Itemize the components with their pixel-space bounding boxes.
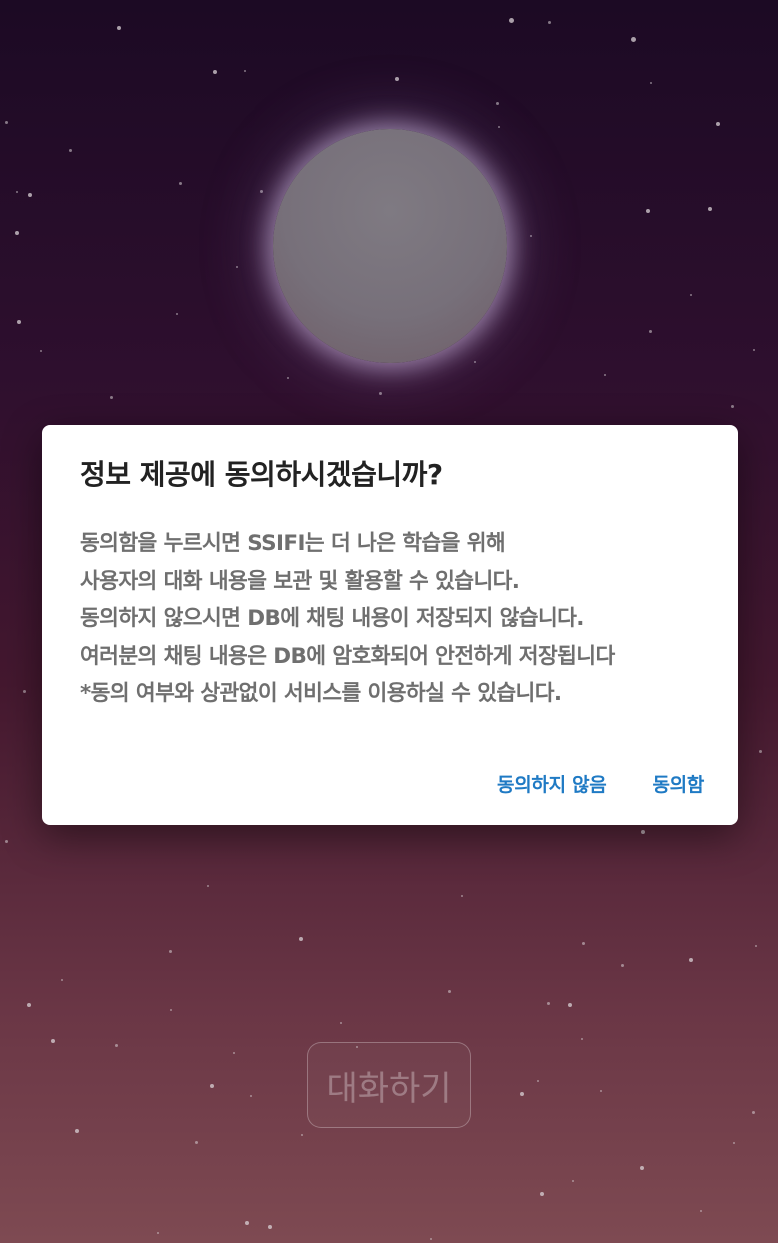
- dialog-body-line: 동의하지 않으시면 DB에 채팅 내용이 저장되지 않습니다.: [80, 606, 584, 631]
- star-dot: [260, 190, 263, 193]
- star-dot: [233, 1052, 235, 1054]
- star-dot: [708, 207, 712, 211]
- star-dot: [752, 1111, 755, 1114]
- star-dot: [268, 1225, 272, 1229]
- star-dot: [733, 1142, 735, 1144]
- star-dot: [210, 1084, 214, 1088]
- star-dot: [689, 958, 693, 962]
- star-dot: [540, 1192, 544, 1196]
- dialog-body-line: 사용자의 대화 내용을 보관 및 활용할 수 있습니다.: [80, 568, 520, 594]
- dialog-body-line: 동의함을 누르시면 SSIFI는 더 나은 학습을 위해: [80, 531, 506, 556]
- star-dot: [301, 1134, 303, 1136]
- moon-image: [273, 129, 507, 363]
- star-dot: [207, 885, 209, 887]
- star-dot: [547, 1002, 550, 1005]
- star-dot: [15, 231, 19, 235]
- star-dot: [340, 1022, 342, 1024]
- star-dot: [213, 70, 217, 74]
- star-dot: [572, 1180, 574, 1182]
- star-dot: [753, 349, 755, 351]
- star-dot: [287, 377, 289, 379]
- star-dot: [759, 750, 762, 753]
- star-dot: [299, 937, 303, 941]
- star-dot: [731, 405, 734, 408]
- star-dot: [649, 330, 652, 333]
- star-dot: [40, 350, 42, 352]
- star-dot: [600, 1090, 602, 1092]
- star-dot: [51, 1039, 55, 1043]
- star-dot: [509, 18, 514, 23]
- star-dot: [28, 193, 32, 197]
- star-dot: [379, 392, 382, 395]
- star-dot: [548, 21, 551, 24]
- star-dot: [755, 945, 757, 947]
- dialog-title: 정보 제공에 동의하시겠습니까?: [80, 458, 443, 491]
- star-dot: [498, 126, 500, 128]
- star-dot: [430, 1238, 432, 1240]
- star-dot: [179, 182, 182, 185]
- star-dot: [530, 235, 532, 237]
- star-dot: [395, 77, 399, 81]
- star-dot: [250, 1095, 252, 1097]
- star-dot: [157, 1232, 159, 1234]
- star-dot: [61, 979, 63, 981]
- star-dot: [27, 1003, 31, 1007]
- star-dot: [474, 361, 476, 363]
- star-dot: [581, 1038, 583, 1040]
- star-dot: [244, 70, 246, 72]
- star-dot: [496, 102, 499, 105]
- star-dot: [621, 964, 624, 967]
- star-dot: [520, 1092, 524, 1096]
- star-dot: [582, 942, 585, 945]
- star-dot: [568, 1003, 572, 1007]
- star-dot: [604, 374, 606, 376]
- star-dot: [631, 37, 636, 42]
- star-dot: [448, 990, 451, 993]
- accept-button[interactable]: 동의함: [652, 770, 704, 797]
- start-chat-button[interactable]: 대화하기: [307, 1042, 471, 1128]
- star-dot: [170, 1009, 172, 1011]
- star-dot: [23, 690, 26, 693]
- star-dot: [5, 121, 8, 124]
- dialog-body: 동의함을 누르시면 SSIFI는 더 나은 학습을 위해 사용자의 대화 내용을…: [80, 525, 700, 713]
- dialog-body-line: 여러분의 채팅 내용은 DB에 암호화되어 안전하게 저장됩니다: [80, 643, 615, 669]
- star-dot: [17, 320, 21, 324]
- star-dot: [115, 1044, 118, 1047]
- star-dot: [236, 266, 238, 268]
- consent-dialog: 정보 제공에 동의하시겠습니까? 동의함을 누르시면 SSIFI는 더 나은 학…: [42, 425, 738, 825]
- dialog-body-line: *동의 여부와 상관없이 서비스를 이용하실 수 있습니다.: [80, 681, 562, 706]
- star-dot: [640, 1166, 644, 1170]
- dialog-actions: 동의하지 않음 동의함: [497, 770, 704, 797]
- star-dot: [117, 26, 121, 30]
- star-dot: [690, 294, 692, 296]
- star-dot: [716, 122, 720, 126]
- star-dot: [5, 840, 8, 843]
- star-dot: [169, 950, 172, 953]
- star-dot: [176, 313, 178, 315]
- star-dot: [245, 1221, 249, 1225]
- star-dot: [110, 396, 113, 399]
- star-dot: [16, 191, 18, 193]
- star-dot: [461, 895, 463, 897]
- star-dot: [700, 1210, 702, 1212]
- star-dot: [650, 82, 652, 84]
- star-dot: [195, 1141, 198, 1144]
- decline-button[interactable]: 동의하지 않음: [497, 770, 607, 797]
- star-dot: [537, 1080, 539, 1082]
- star-dot: [69, 149, 72, 152]
- star-dot: [75, 1129, 79, 1133]
- star-dot: [646, 209, 650, 213]
- star-dot: [641, 830, 645, 834]
